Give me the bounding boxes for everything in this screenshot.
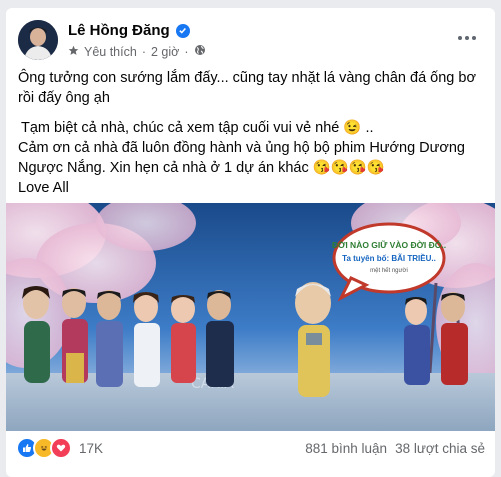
verified-badge-icon — [175, 23, 190, 38]
share-count[interactable]: 38 lượt chia sẻ — [395, 441, 485, 456]
post-paragraph: Ông tưởng con sướng lắm đấy... cũng tay … — [18, 70, 476, 106]
post-header: Lê Hồng Đăng Yêu thích · 2 giờ · — [18, 20, 483, 64]
svg-text:mệt hết người: mệt hết người — [370, 268, 408, 274]
post-time[interactable]: 2 giờ — [151, 45, 179, 59]
more-options-icon[interactable] — [455, 28, 479, 48]
post-text: Ông tưởng con sướng lắm đấy... cũng tay … — [18, 68, 485, 198]
post-footer: 17K 881 bình luận 38 lượt chia sẻ — [16, 435, 485, 461]
star-icon — [68, 45, 79, 59]
post-paragraph: Cảm ơn cả nhà đã luôn đồng hành và ủng h… — [18, 140, 465, 176]
globe-icon[interactable] — [194, 44, 206, 59]
reactions[interactable] — [16, 437, 72, 459]
author-name[interactable]: Lê Hồng Đăng — [68, 22, 170, 39]
reaction-count[interactable]: 17K — [79, 441, 103, 456]
post-paragraph: Love All — [18, 180, 69, 196]
svg-text:Ta tuyên bố: BÃI TRIỀU..: Ta tuyên bố: BÃI TRIỀU.. — [342, 253, 436, 263]
post-paragraph: Tạm biệt cả nhà, chúc cả xem tập cuối vu… — [21, 120, 374, 136]
post-photo[interactable]: CARIA ĐỜI NÀO GIỮ VÀO ĐỜI ĐÓ.. Ta tuyên … — [6, 203, 495, 431]
love-icon — [50, 437, 72, 459]
author-avatar[interactable] — [18, 20, 58, 60]
audience-label[interactable]: Yêu thích — [84, 45, 137, 59]
svg-text:ĐỜI NÀO GIỮ VÀO ĐỜI ĐÓ..: ĐỜI NÀO GIỮ VÀO ĐỜI ĐÓ.. — [332, 239, 446, 250]
post-card: Lê Hồng Đăng Yêu thích · 2 giờ · Ông tưở… — [6, 8, 495, 477]
comment-count[interactable]: 881 bình luận — [305, 441, 387, 456]
